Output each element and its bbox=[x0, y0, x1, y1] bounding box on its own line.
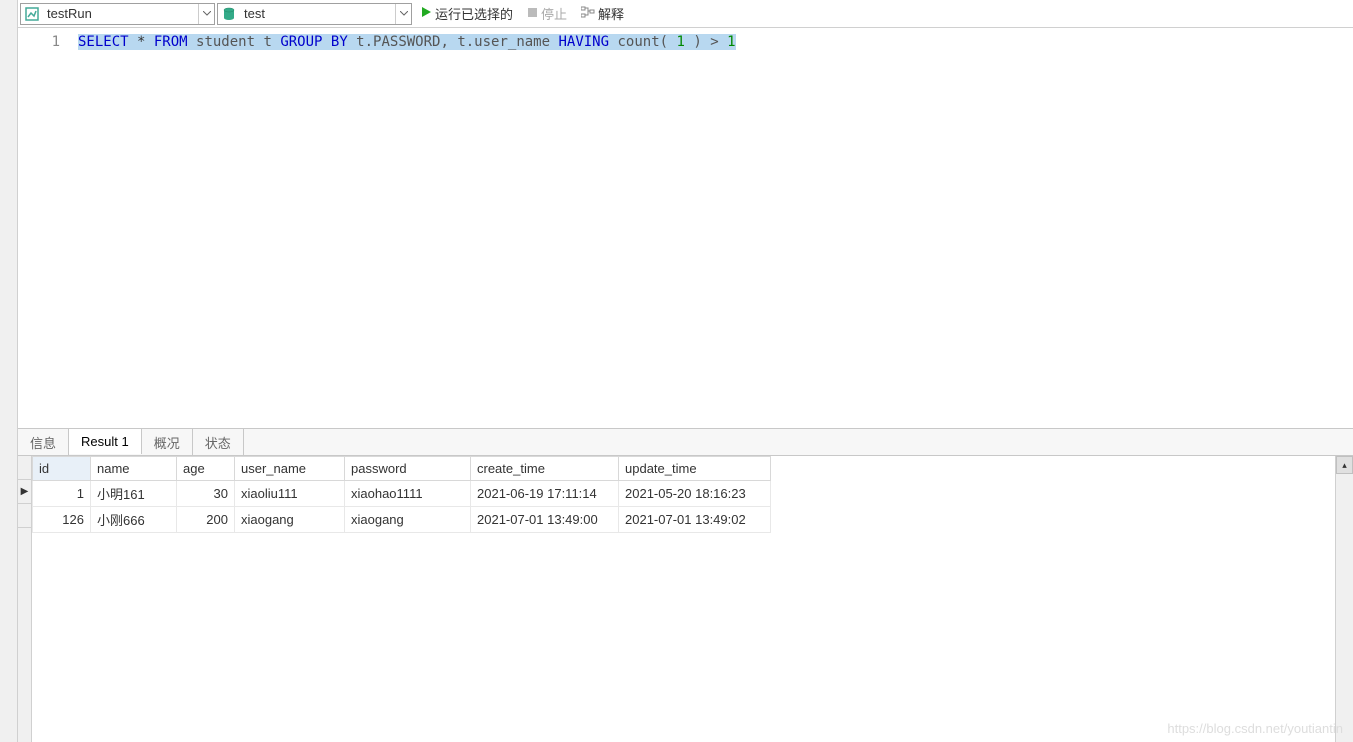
code-area[interactable]: SELECT * FROM student t GROUP BY t.PASSW… bbox=[78, 28, 1353, 428]
col-name[interactable]: name bbox=[91, 457, 177, 481]
tab-status[interactable]: 状态 bbox=[193, 429, 244, 455]
col-user-name[interactable]: user_name bbox=[235, 457, 345, 481]
database-text: test bbox=[240, 6, 395, 21]
col-create-time[interactable]: create_time bbox=[471, 457, 619, 481]
left-gutter bbox=[0, 0, 18, 742]
table-row[interactable]: 126 小刚666 200 xiaogang xiaogang 2021-07-… bbox=[33, 507, 771, 533]
cell-create-time[interactable]: 2021-07-01 13:49:00 bbox=[471, 507, 619, 533]
stop-button: 停止 bbox=[521, 3, 573, 25]
cell-update-time[interactable]: 2021-07-01 13:49:02 bbox=[619, 507, 771, 533]
col-update-time[interactable]: update_time bbox=[619, 457, 771, 481]
col-age[interactable]: age bbox=[177, 457, 235, 481]
chevron-down-icon[interactable] bbox=[395, 4, 411, 24]
cell-age[interactable]: 30 bbox=[177, 481, 235, 507]
table-row[interactable]: 1 小明161 30 xiaoliu111 xiaohao1111 2021-0… bbox=[33, 481, 771, 507]
toolbar: testRun test 运行已选择的 bbox=[18, 0, 1353, 28]
connection-text: testRun bbox=[43, 6, 198, 21]
explain-button[interactable]: 解释 bbox=[575, 3, 630, 25]
chevron-down-icon[interactable] bbox=[198, 4, 214, 24]
database-dropdown[interactable]: test bbox=[217, 3, 412, 25]
col-password[interactable]: password bbox=[345, 457, 471, 481]
cell-age[interactable]: 200 bbox=[177, 507, 235, 533]
cell-id[interactable]: 1 bbox=[33, 481, 91, 507]
current-row-marker: ▶ bbox=[18, 480, 31, 504]
database-icon bbox=[221, 6, 237, 22]
explain-label: 解释 bbox=[598, 4, 624, 23]
connection-icon bbox=[24, 6, 40, 22]
cell-id[interactable]: 126 bbox=[33, 507, 91, 533]
stop-icon bbox=[527, 6, 538, 21]
cell-password[interactable]: xiaogang bbox=[345, 507, 471, 533]
header-marker bbox=[18, 456, 31, 480]
run-button[interactable]: 运行已选择的 bbox=[414, 3, 519, 25]
result-tabs: 信息 Result 1 概况 状态 bbox=[18, 428, 1353, 456]
run-label: 运行已选择的 bbox=[435, 4, 513, 23]
result-panel: ▶ id name age user_name password create_… bbox=[18, 456, 1353, 742]
cell-update-time[interactable]: 2021-05-20 18:16:23 bbox=[619, 481, 771, 507]
cell-password[interactable]: xiaohao1111 bbox=[345, 481, 471, 507]
vertical-scrollbar[interactable]: ▴ bbox=[1335, 456, 1353, 742]
cell-user-name[interactable]: xiaogang bbox=[235, 507, 345, 533]
result-table[interactable]: id name age user_name password create_ti… bbox=[32, 456, 771, 533]
connection-dropdown[interactable]: testRun bbox=[20, 3, 215, 25]
scroll-track[interactable] bbox=[1336, 474, 1353, 742]
row-gutter: ▶ bbox=[18, 456, 32, 742]
cell-create-time[interactable]: 2021-06-19 17:11:14 bbox=[471, 481, 619, 507]
col-id[interactable]: id bbox=[33, 457, 91, 481]
line-number: 1 bbox=[18, 34, 60, 50]
scroll-up-icon[interactable]: ▴ bbox=[1336, 456, 1353, 474]
tab-result[interactable]: Result 1 bbox=[68, 428, 142, 454]
stop-label: 停止 bbox=[541, 4, 567, 23]
tab-info[interactable]: 信息 bbox=[18, 429, 69, 455]
play-icon bbox=[420, 6, 432, 21]
row-marker bbox=[18, 504, 31, 528]
explain-icon bbox=[581, 6, 595, 21]
tab-profile[interactable]: 概况 bbox=[142, 429, 193, 455]
cell-user-name[interactable]: xiaoliu111 bbox=[235, 481, 345, 507]
header-row: id name age user_name password create_ti… bbox=[33, 457, 771, 481]
sql-editor[interactable]: 1 SELECT * FROM student t GROUP BY t.PAS… bbox=[18, 28, 1353, 428]
sql-statement[interactable]: SELECT * FROM student t GROUP BY t.PASSW… bbox=[78, 34, 736, 50]
line-gutter: 1 bbox=[18, 28, 78, 428]
cell-name[interactable]: 小刚666 bbox=[91, 507, 177, 533]
cell-name[interactable]: 小明161 bbox=[91, 481, 177, 507]
